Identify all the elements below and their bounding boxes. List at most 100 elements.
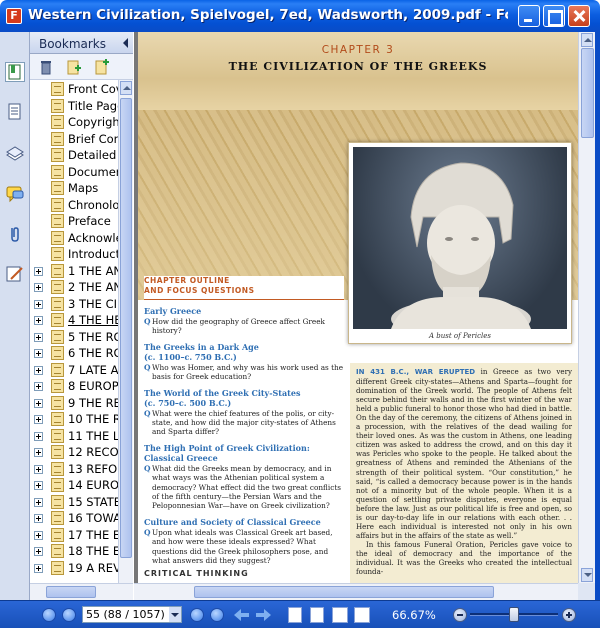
previous-page-button[interactable] <box>62 608 76 622</box>
expand-plus-icon[interactable] <box>34 398 43 408</box>
scroll-up-arrow-icon[interactable] <box>581 33 593 47</box>
expand-plus-icon[interactable] <box>34 365 43 375</box>
bookmark-label: 8 EUROP <box>68 379 118 393</box>
maximize-button[interactable] <box>543 5 565 27</box>
bookmark-item[interactable]: 12 RECO <box>30 444 118 461</box>
expand-plus-icon[interactable] <box>34 382 43 391</box>
bookmark-item[interactable]: Introduct <box>30 246 118 263</box>
delete-bookmark-icon[interactable] <box>38 59 54 75</box>
document-view[interactable]: CHAPTER 3 THE CIVILIZATION OF THE GREEKS… <box>134 32 578 583</box>
expand-plus-icon[interactable] <box>34 563 43 573</box>
zoom-out-button[interactable] <box>453 608 467 622</box>
attachments-icon[interactable] <box>5 224 25 244</box>
close-button[interactable] <box>568 5 590 27</box>
bookmark-item[interactable]: Brief Cont <box>30 131 118 148</box>
bookmark-item[interactable]: 18 THE E <box>30 543 118 560</box>
expand-plus-icon[interactable] <box>34 283 43 292</box>
page-dropdown-icon[interactable] <box>169 607 181 622</box>
bookmark-item[interactable]: 3 THE CI <box>30 296 118 313</box>
scroll-up-arrow-icon[interactable] <box>120 81 132 95</box>
scroll-thumb[interactable] <box>194 586 494 598</box>
expand-plus-icon[interactable] <box>34 547 43 556</box>
add-bookmark-icon[interactable] <box>66 59 82 75</box>
bookmark-item[interactable]: 16 TOWA <box>30 510 118 527</box>
facing-layout-icon[interactable] <box>332 607 348 623</box>
bookmark-item[interactable]: Detailed C <box>30 147 118 164</box>
next-page-button[interactable] <box>190 608 204 622</box>
continuous-facing-layout-icon[interactable] <box>354 607 370 623</box>
bookmark-item[interactable]: 10 THE R <box>30 411 118 428</box>
expand-plus-icon[interactable] <box>34 481 43 490</box>
layers-icon[interactable] <box>5 144 25 164</box>
expand-plus-icon[interactable] <box>34 497 43 507</box>
bookmark-item[interactable]: Preface <box>30 213 118 230</box>
bookmark-item[interactable]: 7 LATE A <box>30 362 118 379</box>
bookmark-item[interactable]: 5 THE RO <box>30 329 118 346</box>
expand-plus-icon[interactable] <box>34 448 43 457</box>
add-child-bookmark-icon[interactable] <box>94 59 110 75</box>
bookmark-label: Copyright <box>68 115 118 129</box>
go-forward-icon[interactable] <box>255 609 271 621</box>
expand-plus-icon[interactable] <box>34 415 43 424</box>
bookmark-item[interactable]: Acknowle <box>30 230 118 247</box>
bookmark-item[interactable]: 11 THE L <box>30 428 118 445</box>
scroll-thumb[interactable] <box>581 48 594 138</box>
bookmark-item[interactable]: 19 A REV <box>30 560 118 577</box>
bookmarks-icon[interactable] <box>5 62 25 82</box>
bookmark-item[interactable]: 6 THE RO <box>30 345 118 362</box>
zoom-in-button[interactable] <box>562 608 576 622</box>
first-page-button[interactable] <box>42 608 56 622</box>
scroll-thumb[interactable] <box>46 586 96 598</box>
bookmark-item[interactable]: Title Page <box>30 98 118 115</box>
bookmark-item[interactable]: 4 THE HE <box>30 312 118 329</box>
bookmark-page-icon <box>51 247 64 261</box>
bookmark-item[interactable]: Copyright <box>30 114 118 131</box>
minimize-button[interactable] <box>518 5 540 27</box>
pages-icon[interactable] <box>5 102 25 122</box>
bookmark-item[interactable]: Documen <box>30 164 118 181</box>
bookmark-item[interactable]: 13 REFOR <box>30 461 118 478</box>
bookmark-page-icon <box>51 296 64 311</box>
document-vertical-scrollbar[interactable] <box>578 32 595 583</box>
expand-plus-icon[interactable] <box>34 349 43 358</box>
bookmark-tree[interactable]: Front Cov Title Page Copyright Brief Cont De… <box>30 80 118 600</box>
bookmark-item[interactable]: 14 EURO <box>30 477 118 494</box>
go-back-icon[interactable] <box>234 609 250 621</box>
bookmark-item[interactable]: 15 STATE <box>30 494 118 511</box>
bookmark-item[interactable]: 2 THE AN <box>30 279 118 296</box>
expand-plus-icon[interactable] <box>34 299 43 309</box>
single-page-layout-icon[interactable] <box>288 607 302 623</box>
expand-plus-icon[interactable] <box>34 530 43 540</box>
expand-plus-icon[interactable] <box>34 431 43 441</box>
bookmark-item[interactable]: Chronolog <box>30 197 118 214</box>
bookmark-item[interactable]: 8 EUROP <box>30 378 118 395</box>
bookmarks-horizontal-scrollbar[interactable] <box>30 583 133 600</box>
title-bar[interactable]: F Western Civilization, Spielvogel, 7ed,… <box>0 0 600 32</box>
expand-plus-icon[interactable] <box>34 514 43 523</box>
bookmark-item[interactable]: 1 THE AN <box>30 263 118 280</box>
zoom-level[interactable]: 66.67% <box>392 608 436 622</box>
expand-plus-icon[interactable] <box>34 332 43 342</box>
scroll-thumb[interactable] <box>120 98 132 558</box>
foxit-app-icon[interactable]: F <box>6 8 22 24</box>
signature-icon[interactable] <box>5 264 25 284</box>
continuous-layout-icon[interactable] <box>310 607 324 623</box>
bookmark-item[interactable]: Front Cov <box>30 81 118 98</box>
document-horizontal-scrollbar[interactable] <box>134 583 578 600</box>
last-page-button[interactable] <box>210 608 224 622</box>
expand-plus-icon[interactable] <box>34 266 43 276</box>
bookmark-item[interactable]: Maps <box>30 180 118 197</box>
comments-icon[interactable] <box>5 184 25 204</box>
bookmark-item[interactable]: 9 THE RE <box>30 395 118 412</box>
bookmark-item[interactable]: 17 THE E <box>30 527 118 544</box>
collapse-panel-icon[interactable] <box>123 38 128 48</box>
bookmark-page-icon <box>51 346 64 360</box>
bookmarks-vertical-scrollbar[interactable] <box>118 80 133 600</box>
expand-plus-icon[interactable] <box>34 316 43 325</box>
scroll-down-arrow-icon[interactable] <box>581 568 593 582</box>
chapter-banner: CHAPTER 3 THE CIVILIZATION OF THE GREEKS <box>138 32 578 110</box>
bookmark-page-icon <box>51 148 64 162</box>
expand-plus-icon[interactable] <box>34 464 43 474</box>
zoom-slider-thumb[interactable] <box>509 607 519 622</box>
page-number-input[interactable]: 55 (88 / 1057) <box>82 606 182 623</box>
